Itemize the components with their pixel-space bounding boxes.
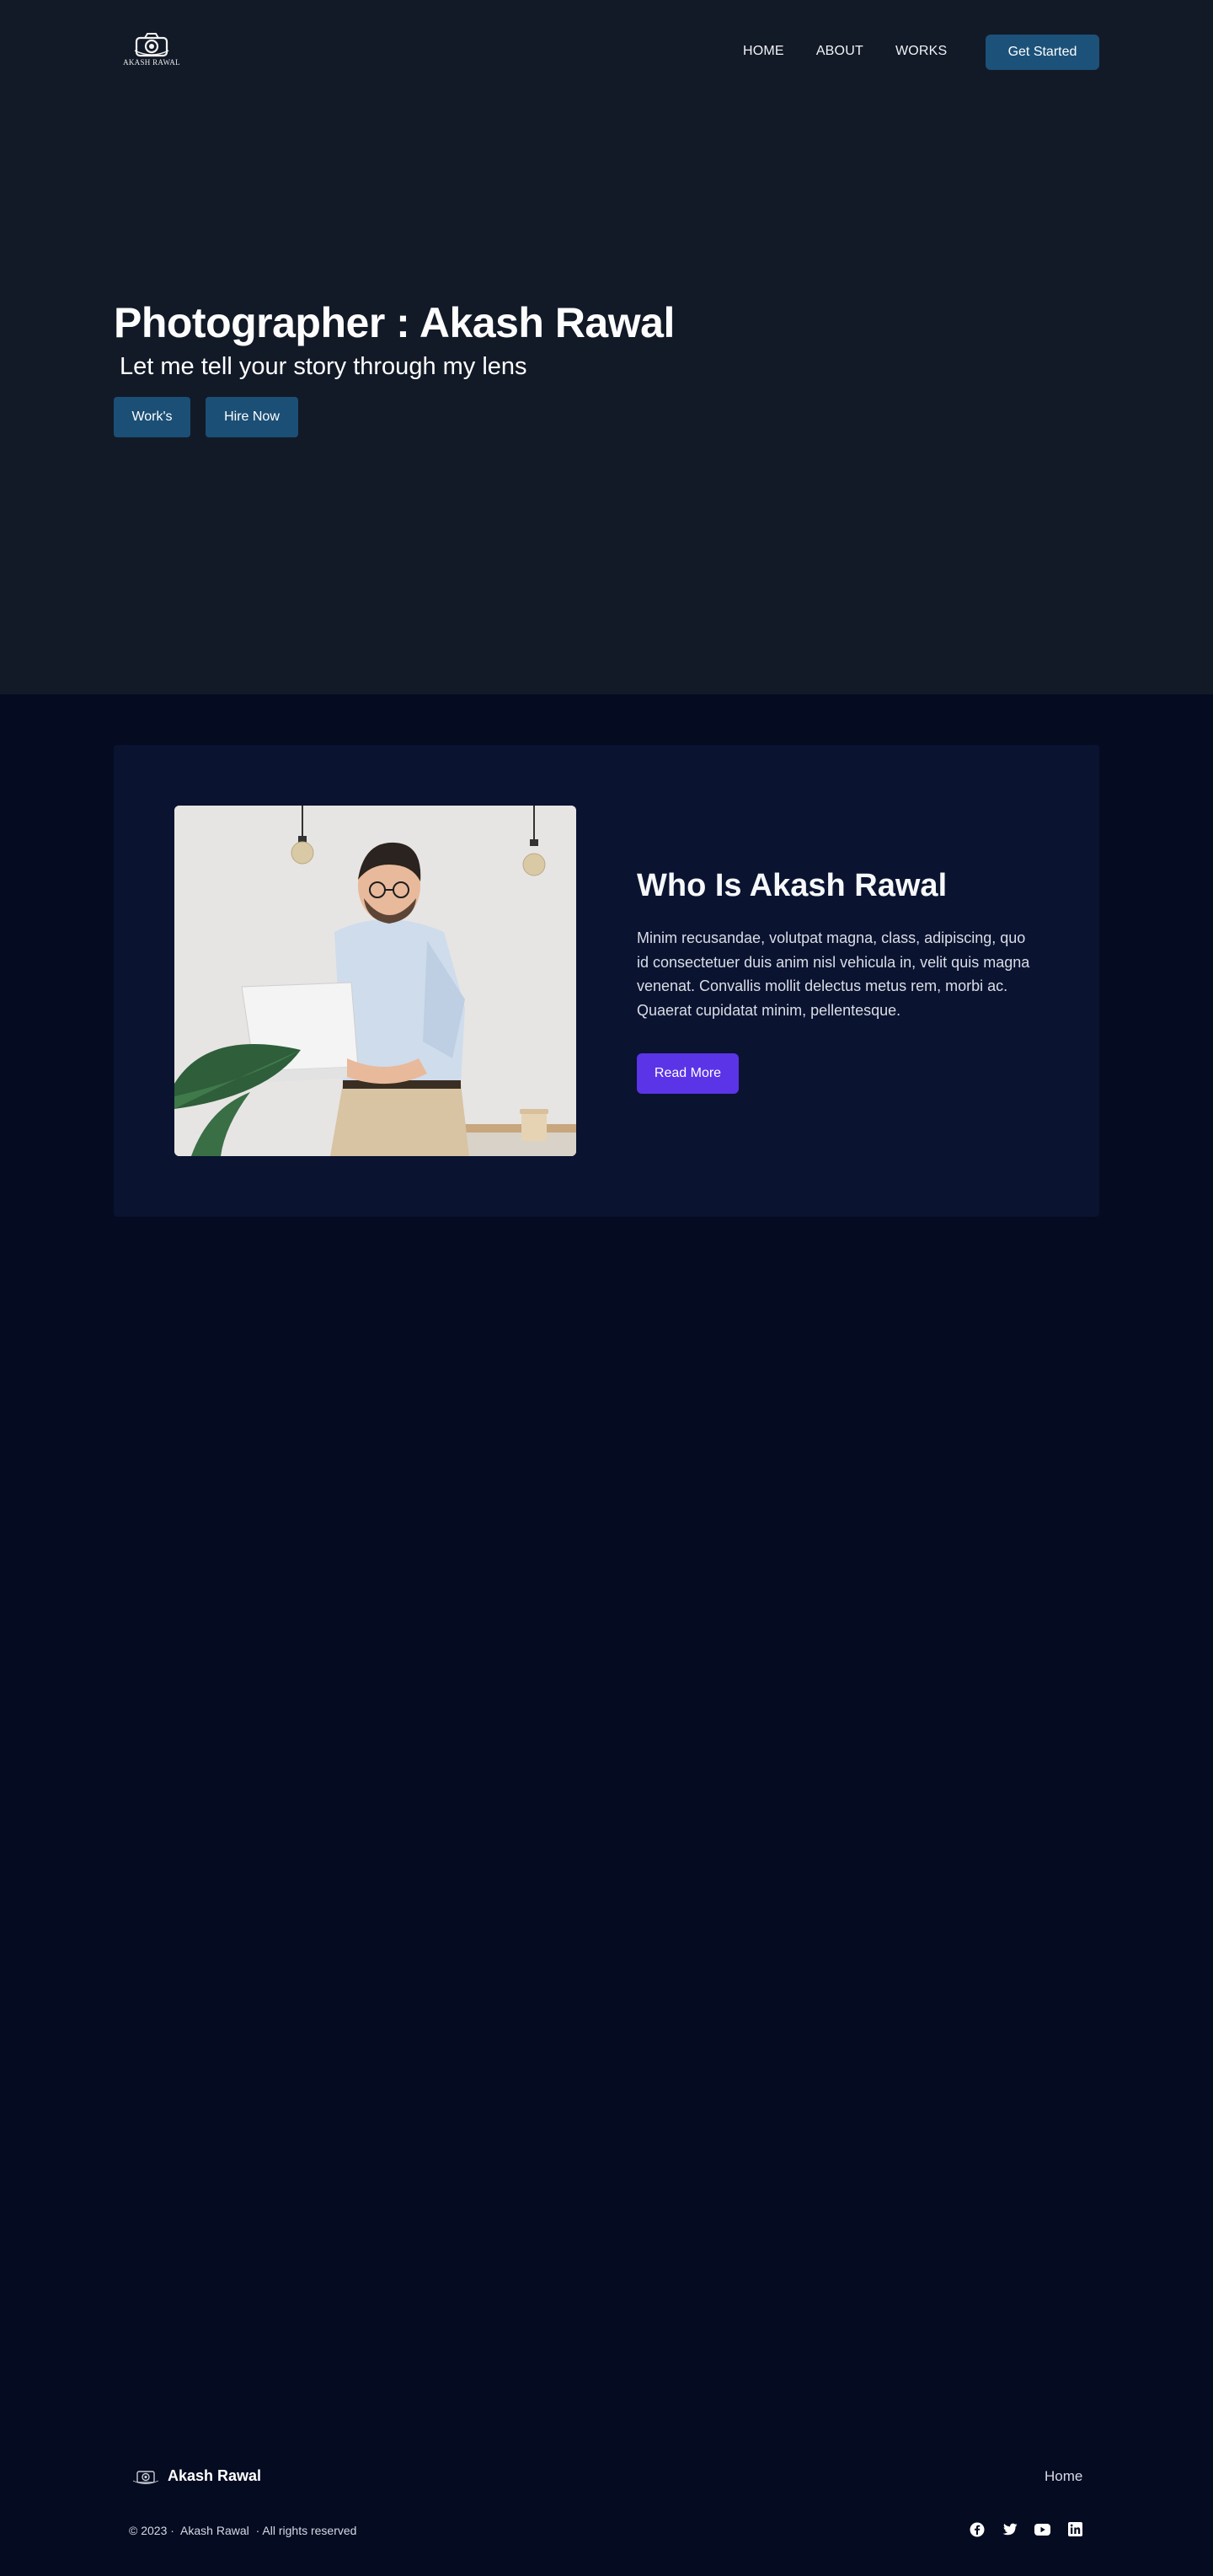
footer-brand-name: Akash Rawal — [168, 2467, 262, 2484]
brand-logo[interactable]: AKASH RAWAL — [120, 32, 184, 67]
nav-link-works[interactable]: WORKS — [895, 44, 947, 59]
camera-logo-icon — [134, 33, 169, 57]
about-body-text: Minim recusandae, volutpat magna, class,… — [637, 929, 1030, 1019]
hero-section: AKASH RAWAL HOME ABOUT WORKS Get Started… — [0, 0, 1213, 694]
linkedin-icon[interactable] — [1067, 2521, 1083, 2537]
about-photo — [174, 806, 576, 1156]
footer-brand[interactable]: Akash Rawal — [132, 2467, 261, 2485]
copyright-name[interactable]: Akash Rawal — [180, 2524, 249, 2537]
copyright-rights: · All rights reserved — [255, 2524, 357, 2537]
hero-title: Photographer : Akash Rawal — [114, 299, 675, 346]
nav-link-about[interactable]: ABOUT — [816, 44, 863, 59]
footer-link-home[interactable]: Home — [1045, 2468, 1082, 2485]
about-card: Who Is Akash Rawal Minim recusandae, vol… — [114, 745, 1099, 1217]
photographer-illustration — [174, 806, 576, 1156]
copyright-year: © 2023 · — [129, 2524, 174, 2537]
twitter-icon[interactable] — [1002, 2521, 1018, 2537]
footer-copyright: © 2023 · Akash Rawal · All rights reserv… — [129, 2524, 360, 2537]
logo-text: AKASH RAWAL — [123, 58, 180, 67]
hero-subtitle: Let me tell your story through my lens — [120, 353, 527, 380]
facebook-icon[interactable] — [969, 2521, 985, 2537]
hire-now-button[interactable]: Hire Now — [206, 397, 298, 437]
main-nav: HOME ABOUT WORKS — [743, 44, 979, 59]
nav-link-home[interactable]: HOME — [743, 44, 784, 59]
get-started-button[interactable]: Get Started — [986, 35, 1099, 70]
read-more-button[interactable]: Read More — [637, 1053, 739, 1094]
camera-logo-icon — [132, 2470, 159, 2484]
social-links — [969, 2521, 1083, 2537]
youtube-icon[interactable] — [1034, 2521, 1050, 2537]
about-heading: Who Is Akash Rawal — [637, 868, 948, 903]
works-button[interactable]: Work's — [114, 397, 190, 437]
